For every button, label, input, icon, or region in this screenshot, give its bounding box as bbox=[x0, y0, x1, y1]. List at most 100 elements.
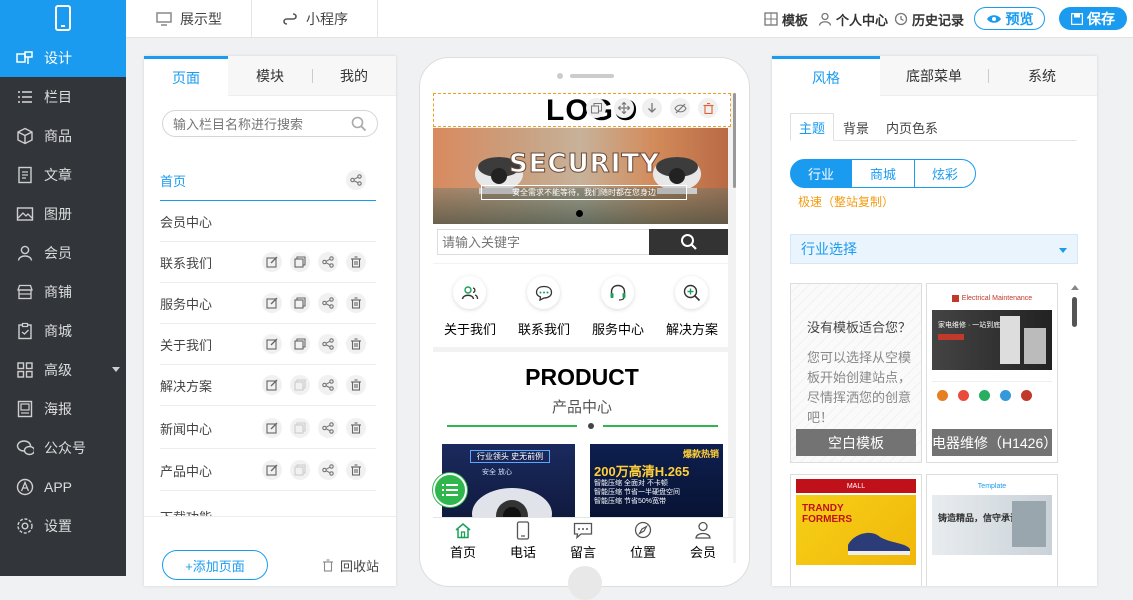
hide-icon[interactable] bbox=[670, 98, 690, 118]
edit-icon[interactable] bbox=[262, 375, 282, 395]
sidebar-item-mall[interactable]: 商城 bbox=[0, 311, 126, 350]
share-icon[interactable] bbox=[318, 293, 338, 313]
trash-icon[interactable] bbox=[346, 293, 366, 313]
fast-copy-link[interactable]: 极速（整站复制） bbox=[798, 193, 894, 210]
quick-link-solutions[interactable]: 解决方案 bbox=[655, 264, 729, 347]
subtab-background[interactable]: 背景 bbox=[834, 113, 878, 141]
page-item-news[interactable]: 新闻中心 bbox=[160, 408, 376, 449]
banner-carousel[interactable]: SECURITY 安全需求不能等待，我们随时都在您身边 bbox=[433, 128, 728, 224]
page-item-home[interactable]: 首页 bbox=[160, 160, 376, 201]
search-box bbox=[162, 110, 378, 137]
page-item-products[interactable]: 产品中心 bbox=[160, 450, 376, 491]
template-card-mall[interactable]: MALL TRANDY FORMERS bbox=[790, 474, 922, 586]
edit-icon[interactable] bbox=[262, 293, 282, 313]
share-icon[interactable] bbox=[346, 170, 366, 190]
mobile-logo-tile[interactable] bbox=[0, 0, 126, 38]
page-item-solutions[interactable]: 解决方案 bbox=[160, 365, 376, 406]
subtab-theme[interactable]: 主题 bbox=[790, 113, 834, 141]
tab-system[interactable]: 系统 bbox=[988, 56, 1096, 96]
bottom-nav-member[interactable]: 会员 bbox=[673, 518, 733, 563]
template-card-blank[interactable]: 没有模板适合您？ 您可以选择从空模板开始创建站点，尽情挥洒您的创意吧！ 空白模板 bbox=[790, 283, 922, 463]
tab-bottom-menu[interactable]: 底部菜单 bbox=[880, 56, 988, 96]
page-item-member-center[interactable]: 会员中心 bbox=[160, 201, 376, 242]
segment-mall[interactable]: 商城 bbox=[851, 159, 915, 188]
page-item-downloads[interactable]: 下载功能 bbox=[160, 494, 376, 516]
scroll-thumb[interactable] bbox=[1072, 297, 1077, 327]
mode-tab-display[interactable]: 展示型 bbox=[126, 0, 252, 38]
trash-icon[interactable] bbox=[346, 418, 366, 438]
phone-home-button[interactable] bbox=[568, 566, 602, 600]
industry-select[interactable]: 行业选择 bbox=[790, 234, 1078, 264]
bottom-nav-home[interactable]: 首页 bbox=[433, 518, 493, 563]
sidebar-item-columns[interactable]: 栏目 bbox=[0, 77, 126, 116]
floating-menu-button[interactable] bbox=[433, 473, 467, 507]
trash-icon[interactable] bbox=[346, 375, 366, 395]
segment-colorful[interactable]: 炫彩 bbox=[914, 159, 976, 188]
preview-button[interactable]: 预览 bbox=[974, 7, 1045, 30]
tab-modules[interactable]: 模块 bbox=[228, 56, 312, 96]
sidebar-item-gallery[interactable]: 图册 bbox=[0, 194, 126, 233]
page-item-about[interactable]: 关于我们 bbox=[160, 324, 376, 365]
copy-icon[interactable] bbox=[290, 252, 310, 272]
sidebar-item-app[interactable]: APP bbox=[0, 467, 126, 506]
template-card-quality[interactable]: Template 铸造精品，信守承诺 bbox=[926, 474, 1058, 586]
mode-tab-miniprogram[interactable]: 小程序 bbox=[252, 0, 378, 38]
share-icon[interactable] bbox=[318, 418, 338, 438]
sidebar-item-articles[interactable]: 文章 bbox=[0, 155, 126, 194]
bottom-nav-phone[interactable]: 电话 bbox=[493, 518, 553, 563]
share-icon[interactable] bbox=[318, 460, 338, 480]
history-button[interactable]: 历史记录 bbox=[894, 0, 964, 38]
user-center-button[interactable]: 个人中心 bbox=[818, 0, 888, 38]
sidebar-item-label: 栏目 bbox=[44, 88, 72, 105]
bottom-nav-location[interactable]: 位置 bbox=[613, 518, 673, 563]
sidebar-item-advanced[interactable]: 高级 bbox=[0, 350, 126, 389]
trash-icon[interactable] bbox=[346, 252, 366, 272]
sidebar-item-wechat[interactable]: 公众号 bbox=[0, 428, 126, 467]
tab-pages[interactable]: 页面 bbox=[144, 56, 228, 96]
carousel-dot-active[interactable] bbox=[576, 210, 583, 217]
search-icon[interactable] bbox=[351, 116, 367, 132]
tab-style[interactable]: 风格 bbox=[772, 56, 880, 96]
quick-link-about[interactable]: 关于我们 bbox=[433, 264, 507, 347]
scroll-up-icon[interactable] bbox=[1071, 285, 1079, 290]
copy-icon[interactable] bbox=[290, 334, 310, 354]
page-item-contact[interactable]: 联系我们 bbox=[160, 242, 376, 283]
quick-link-contact[interactable]: 联系我们 bbox=[507, 264, 581, 347]
recycle-bin-button[interactable]: 回收站 bbox=[322, 556, 379, 575]
edit-icon[interactable] bbox=[262, 334, 282, 354]
delete-module-icon[interactable] bbox=[698, 98, 718, 118]
copy-icon[interactable] bbox=[290, 293, 310, 313]
edit-icon[interactable] bbox=[262, 460, 282, 480]
quick-link-service[interactable]: 服务中心 bbox=[581, 264, 655, 347]
sidebar-item-members[interactable]: 会员 bbox=[0, 233, 126, 272]
trash-icon[interactable] bbox=[346, 460, 366, 480]
sidebar-item-poster[interactable]: 海报 bbox=[0, 389, 126, 428]
tab-mine[interactable]: 我的 bbox=[312, 56, 396, 96]
trash-icon[interactable] bbox=[346, 334, 366, 354]
sidebar-item-products[interactable]: 商品 bbox=[0, 116, 126, 155]
page-search-input[interactable] bbox=[173, 115, 343, 133]
phone-scrollbar[interactable] bbox=[733, 93, 736, 188]
bottom-nav-message[interactable]: 留言 bbox=[553, 518, 613, 563]
sidebar-item-settings[interactable]: 设置 bbox=[0, 506, 126, 545]
sidebar-item-design[interactable]: 设计 bbox=[0, 38, 126, 77]
site-search-button[interactable] bbox=[649, 229, 728, 255]
share-icon[interactable] bbox=[318, 375, 338, 395]
move-icon[interactable] bbox=[614, 98, 634, 118]
copy-module-icon[interactable] bbox=[586, 98, 606, 118]
subtab-inner-color[interactable]: 内页色系 bbox=[878, 113, 946, 141]
edit-icon[interactable] bbox=[262, 418, 282, 438]
segment-industry[interactable]: 行业 bbox=[790, 159, 852, 188]
move-down-icon[interactable] bbox=[642, 98, 662, 118]
site-search-input[interactable] bbox=[437, 229, 649, 255]
page-item-service-center[interactable]: 服务中心 bbox=[160, 283, 376, 324]
template-scrollbar[interactable] bbox=[1071, 281, 1079, 586]
logo-module[interactable]: LOGO bbox=[433, 93, 731, 127]
share-icon[interactable] bbox=[318, 252, 338, 272]
share-icon[interactable] bbox=[318, 334, 338, 354]
sidebar-item-shops[interactable]: 商铺 bbox=[0, 272, 126, 311]
edit-icon[interactable] bbox=[262, 252, 282, 272]
save-button[interactable]: 保存 bbox=[1059, 7, 1127, 30]
template-card-electrical[interactable]: Electrical Maintenance 家电维修 · 一站到底 电器维修（… bbox=[926, 283, 1058, 463]
template-button[interactable]: 模板 bbox=[764, 0, 808, 38]
